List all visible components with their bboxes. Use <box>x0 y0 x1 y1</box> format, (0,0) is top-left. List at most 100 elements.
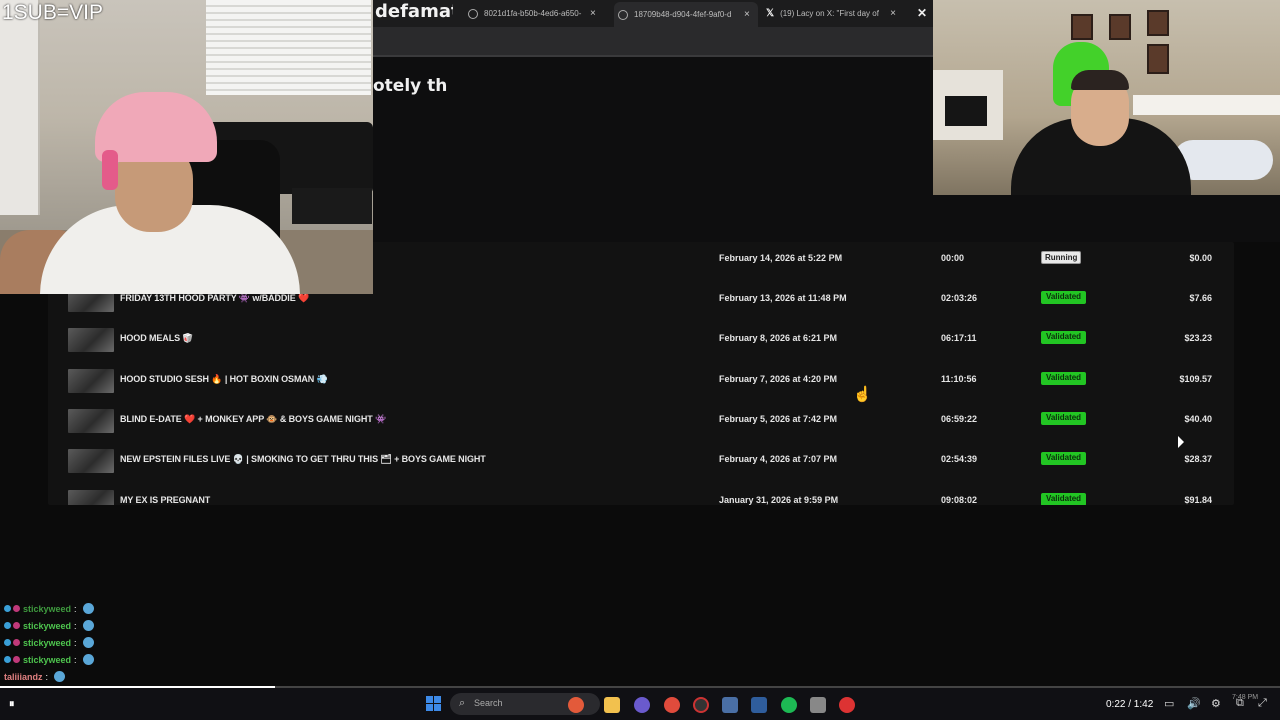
stream-earnings: $0.00 <box>1189 253 1212 263</box>
chat-username[interactable]: stickyweed <box>23 638 71 648</box>
chat-colon: : <box>74 637 77 648</box>
badge-icon <box>13 639 20 646</box>
headphones-icon <box>102 150 118 190</box>
obs-icon[interactable] <box>693 697 709 713</box>
stream-earnings: $40.40 <box>1184 414 1212 424</box>
status-badge: Validated <box>1041 372 1086 385</box>
tab-label: 18709b48-d904-4fef-9af0-d <box>634 10 732 19</box>
webcam-right <box>933 0 1280 195</box>
stream-duration: 06:59:22 <box>941 414 978 424</box>
chrome-icon[interactable] <box>664 697 680 713</box>
page-heading: otely th <box>373 76 448 96</box>
stream-date: February 7, 2026 at 4:20 PM <box>719 374 838 384</box>
close-icon[interactable]: × <box>890 8 896 19</box>
app-icon[interactable] <box>568 697 584 713</box>
emote-icon <box>82 620 94 631</box>
stream-duration: 06:17:11 <box>941 333 977 343</box>
stream-thumbnail[interactable] <box>68 369 114 393</box>
globe-icon <box>618 9 628 20</box>
status-badge: Validated <box>1041 493 1086 505</box>
stream-date: February 4, 2026 at 7:07 PM <box>719 454 838 464</box>
x-logo-icon[interactable]: ✕ <box>917 6 927 20</box>
badge-icon <box>13 656 20 663</box>
stream-title[interactable]: FRIDAY 13TH HOOD PARTY 👾 w/BADDIE ❤️ <box>120 293 309 304</box>
app-icon[interactable] <box>839 697 855 713</box>
file-explorer-icon[interactable] <box>604 697 620 713</box>
chat-message: taliiiandz: <box>4 671 66 682</box>
browser-toolbar <box>373 27 933 57</box>
stream-title[interactable]: HOOD STUDIO SESH 🔥 | HOT BOXIN OSMAN 💨 <box>120 374 328 385</box>
chat-message: stickyweed: <box>4 620 94 631</box>
stream-title[interactable]: HOOD MEALS 🥡 <box>120 333 194 344</box>
stream-date: February 5, 2026 at 7:42 PM <box>719 414 838 424</box>
fireplace-opening <box>945 96 987 126</box>
settings-icon[interactable]: ⚙ <box>1211 697 1221 710</box>
table-row[interactable]: BLIND E-DATE ❤️ + MONKEY APP 🐵 & BOYS GA… <box>48 401 1234 441</box>
tab-3[interactable]: 𝕏 (19) Lacy on X: "First day of × <box>766 4 908 23</box>
tab-1[interactable]: 8021d1fa-b50b-4ed6-a650- × <box>468 4 608 23</box>
pause-icon[interactable]: ⏸ <box>9 698 15 711</box>
table-row[interactable]: HOOD MEALS 🥡 February 8, 2026 at 6:21 PM 0… <box>48 320 1234 360</box>
badge-icon <box>4 622 11 629</box>
volume-icon[interactable]: 🔊 <box>1187 697 1201 710</box>
fullscreen-icon[interactable]: ⤢ <box>1258 697 1267 710</box>
badge-icon <box>4 639 11 646</box>
app-icon[interactable] <box>751 697 767 713</box>
captions-icon[interactable]: ▭ <box>1164 697 1174 710</box>
stream-title[interactable]: MY EX IS PREGNANT <box>120 495 210 505</box>
stream-thumbnail[interactable] <box>68 409 114 433</box>
stream-earnings: $91.84 <box>1184 495 1212 505</box>
chat-username[interactable]: stickyweed <box>23 655 71 665</box>
spotify-icon[interactable] <box>781 697 797 713</box>
chat-username[interactable]: stickyweed <box>23 604 71 614</box>
chat-badges <box>4 656 20 663</box>
table-row[interactable]: HOOD STUDIO SESH 🔥 | HOT BOXIN OSMAN 💨 Fe… <box>48 361 1234 401</box>
table-row[interactable]: NEW EPSTEIN FILES LIVE 💀 | SMOKING TO GE… <box>48 441 1234 481</box>
badge-icon <box>4 656 11 663</box>
status-badge: Validated <box>1041 412 1086 425</box>
shelf <box>1133 95 1280 115</box>
emote-icon <box>54 671 66 682</box>
discord-icon[interactable] <box>634 697 650 713</box>
tab-label: 8021d1fa-b50b-4ed6-a650- <box>484 9 582 18</box>
tab-2[interactable]: 18709b48-d904-4fef-9af0-d × <box>614 2 758 27</box>
table-row[interactable]: MY EX IS PREGNANT January 31, 2026 at 9:5… <box>48 482 1234 505</box>
status-badge: Validated <box>1041 331 1086 344</box>
capcut-icon[interactable] <box>810 697 826 713</box>
chat-colon: : <box>74 654 77 665</box>
search-icon: ⌕ <box>459 697 466 709</box>
picture-frame <box>1147 44 1169 74</box>
webcam-left: 1SUB=VIP <box>0 0 373 294</box>
hand-cursor-icon: ☝ <box>853 386 872 403</box>
chat-message: stickyweed: <box>4 603 94 614</box>
chat-badges <box>4 605 20 612</box>
stream-thumbnail[interactable] <box>68 449 114 473</box>
emote-icon <box>82 637 94 648</box>
video-time-label: 0:22 / 1:42 <box>1106 699 1154 710</box>
badge-icon <box>4 605 11 612</box>
close-icon[interactable]: × <box>590 8 596 19</box>
stream-duration: 11:10:56 <box>941 374 977 384</box>
taskbar-search-label: Search <box>474 698 503 708</box>
stream-duration: 09:08:02 <box>941 495 978 505</box>
status-badge: Validated <box>1041 291 1086 304</box>
stream-duration: 02:54:39 <box>941 454 978 464</box>
picture-frame <box>1109 14 1131 40</box>
stream-thumbnail[interactable] <box>68 328 114 352</box>
chat-message: stickyweed: <box>4 637 94 648</box>
chat-badges <box>4 639 20 646</box>
windows-start-icon[interactable] <box>426 696 441 711</box>
stream-date: January 31, 2026 at 9:59 PM <box>719 495 839 505</box>
photos-icon[interactable] <box>722 697 738 713</box>
chat-colon: : <box>45 671 49 682</box>
chat-username[interactable]: stickyweed <box>23 621 71 631</box>
coffee-table <box>292 188 372 224</box>
stream-thumbnail[interactable] <box>68 490 114 505</box>
chat-username[interactable]: taliiiandz <box>4 672 43 682</box>
stream-title[interactable]: NEW EPSTEIN FILES LIVE 💀 | SMOKING TO GE… <box>120 454 486 465</box>
stream-date: February 14, 2026 at 5:22 PM <box>719 253 843 263</box>
stream-duration: 02:03:26 <box>941 293 978 303</box>
close-icon[interactable]: × <box>744 9 750 20</box>
picture-frame <box>1147 10 1169 36</box>
stream-title[interactable]: BLIND E-DATE ❤️ + MONKEY APP 🐵 & BOYS GA… <box>120 414 386 425</box>
